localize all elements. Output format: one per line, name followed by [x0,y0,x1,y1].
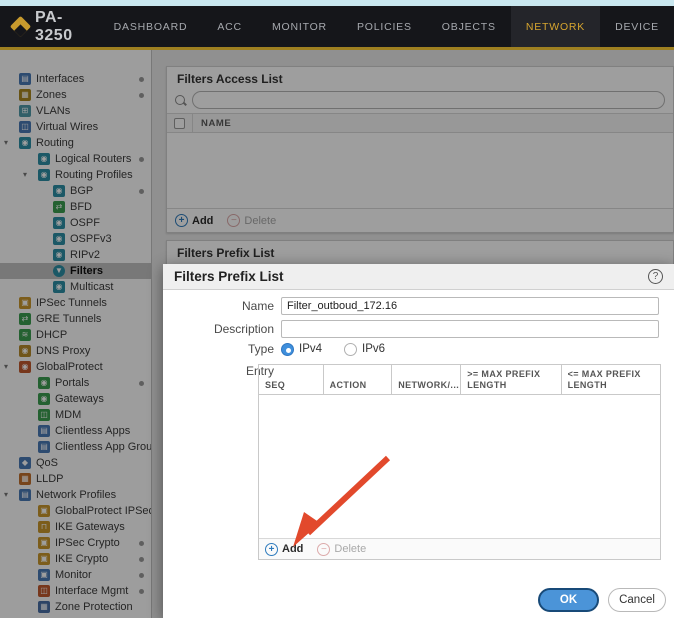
name-field-label: Name [163,299,281,313]
main-nav: DASHBOARDACCMONITORPOLICIESOBJECTSNETWOR… [99,6,674,47]
nav-tab-policies[interactable]: POLICIES [342,6,427,47]
plus-circle-icon: + [265,543,278,556]
ipv4-radio[interactable]: IPv4 [281,343,322,356]
entry-column-header-3[interactable]: NETWORK/... [392,365,461,394]
description-field-label: Description [163,322,281,336]
minus-circle-icon: − [317,543,330,556]
cancel-button[interactable]: Cancel [608,588,666,612]
paloalto-logo-icon [10,16,31,37]
entry-table-header: SEQACTIONNETWORK/...>= MAX PREFIX LENGTH… [259,365,660,394]
entry-column-header-5[interactable]: <= MAX PREFIX LENGTH [562,365,660,394]
nav-tab-monitor[interactable]: MONITOR [257,6,342,47]
entry-add-button[interactable]: + Add [265,543,303,556]
filters-prefix-list-dialog: Filters Prefix List ? Name Description T… [163,264,674,618]
nav-tab-objects[interactable]: OBJECTS [427,6,511,47]
entry-delete-button[interactable]: − Delete [317,543,366,556]
nav-tab-dashboard[interactable]: DASHBOARD [99,6,203,47]
entry-column-header-2[interactable]: ACTION [324,365,393,394]
device-name: PA-3250 [35,9,74,45]
type-field-label: Type [163,342,281,356]
entry-table-body [259,394,660,538]
app-screen: PA-3250 DASHBOARDACCMONITORPOLICIESOBJEC… [0,0,674,618]
ipv6-radio[interactable]: IPv6 [344,343,385,356]
entry-table: SEQACTIONNETWORK/...>= MAX PREFIX LENGTH… [258,364,661,560]
radio-unselected-icon [344,343,357,356]
nav-tab-device[interactable]: DEVICE [600,6,674,47]
entry-column-header-1[interactable]: SEQ [259,365,324,394]
dialog-title: Filters Prefix List [174,269,284,284]
brand-logo: PA-3250 [0,9,74,45]
description-field[interactable] [281,320,659,338]
ok-button[interactable]: OK [538,588,599,612]
name-field[interactable] [281,297,659,315]
radio-selected-icon [281,343,294,356]
top-header-bar: PA-3250 DASHBOARDACCMONITORPOLICIESOBJEC… [0,6,674,47]
nav-tab-network[interactable]: NETWORK [511,6,600,47]
help-icon[interactable]: ? [648,269,663,284]
nav-tab-acc[interactable]: ACC [202,6,257,47]
entry-column-header-4[interactable]: >= MAX PREFIX LENGTH [461,365,561,394]
